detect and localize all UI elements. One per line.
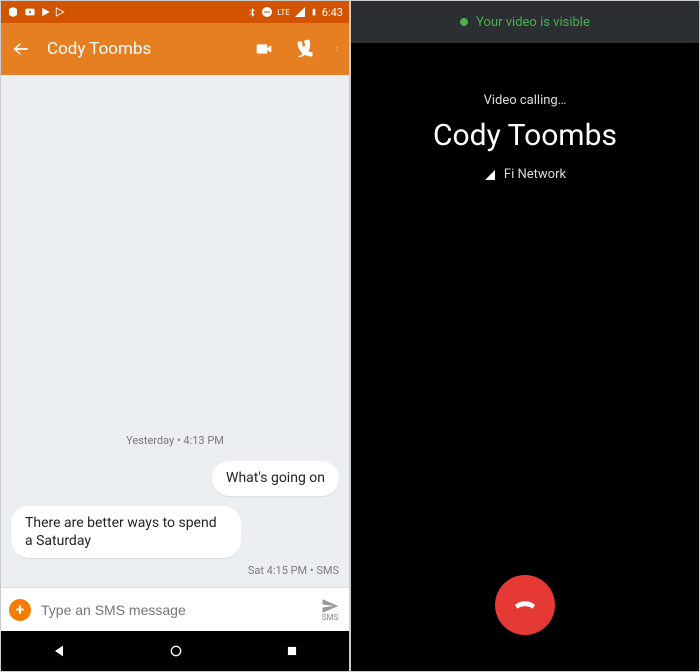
maps-icon xyxy=(7,6,19,18)
message-composer: + SMS xyxy=(1,587,349,631)
message-bubble-incoming[interactable]: There are better ways to spend a Saturda… xyxy=(11,506,241,558)
play-icon xyxy=(41,6,51,18)
video-visible-banner: Your video is visible xyxy=(351,1,699,43)
phone-icon[interactable] xyxy=(295,39,315,59)
status-left-icons xyxy=(7,6,65,18)
attach-button[interactable]: + xyxy=(9,599,31,621)
call-surface[interactable]: Video calling… Cody Toombs Fi Network xyxy=(351,43,699,671)
send-label: SMS xyxy=(322,613,338,622)
android-nav-bar xyxy=(1,631,349,671)
nav-home-icon[interactable] xyxy=(168,643,184,659)
hangup-icon xyxy=(510,590,540,620)
day-timestamp: Yesterday • 4:13 PM xyxy=(11,434,339,447)
message-bubble-outgoing[interactable]: What's going on xyxy=(212,461,339,495)
clock-text: 6:43 xyxy=(322,6,343,19)
message-row: What's going on xyxy=(11,461,339,495)
status-right-icons: LTE 6:43 xyxy=(247,6,343,19)
message-input[interactable] xyxy=(41,602,309,618)
android-status-bar: LTE 6:43 xyxy=(1,1,349,23)
send-button[interactable]: SMS xyxy=(319,597,341,622)
bluetooth-icon xyxy=(247,6,257,18)
banner-text: Your video is visible xyxy=(476,15,590,30)
back-icon[interactable] xyxy=(11,39,31,59)
network-type: LTE xyxy=(277,8,290,17)
message-row: There are better ways to spend a Saturda… xyxy=(11,506,339,558)
battery-icon xyxy=(310,6,318,18)
thread-meta: Sat 4:15 PM • SMS xyxy=(11,564,339,577)
signal-icon xyxy=(294,6,306,18)
nav-back-icon[interactable] xyxy=(51,643,67,659)
youtube-icon xyxy=(23,7,37,17)
video-call-screen: Your video is visible Video calling… Cod… xyxy=(350,0,700,672)
network-text: Fi Network xyxy=(504,167,566,182)
end-call-button[interactable] xyxy=(495,575,555,635)
conversation-app-bar: Cody Toombs xyxy=(1,23,349,75)
dnd-icon xyxy=(261,6,273,18)
call-network: Fi Network xyxy=(484,167,566,182)
status-dot-icon xyxy=(460,18,468,26)
video-call-icon[interactable] xyxy=(253,41,275,57)
signal-icon xyxy=(484,169,496,181)
nav-recents-icon[interactable] xyxy=(285,644,299,658)
callee-name: Cody Toombs xyxy=(433,118,617,153)
contact-title: Cody Toombs xyxy=(47,39,237,59)
sms-screen: LTE 6:43 Cody Toombs Yesterday • 4:13 PM… xyxy=(0,0,350,672)
play-outline-icon xyxy=(55,6,65,18)
overflow-icon[interactable] xyxy=(335,40,339,58)
conversation-scroll[interactable]: Yesterday • 4:13 PM What's going on Ther… xyxy=(1,75,349,587)
call-status-text: Video calling… xyxy=(484,93,567,108)
